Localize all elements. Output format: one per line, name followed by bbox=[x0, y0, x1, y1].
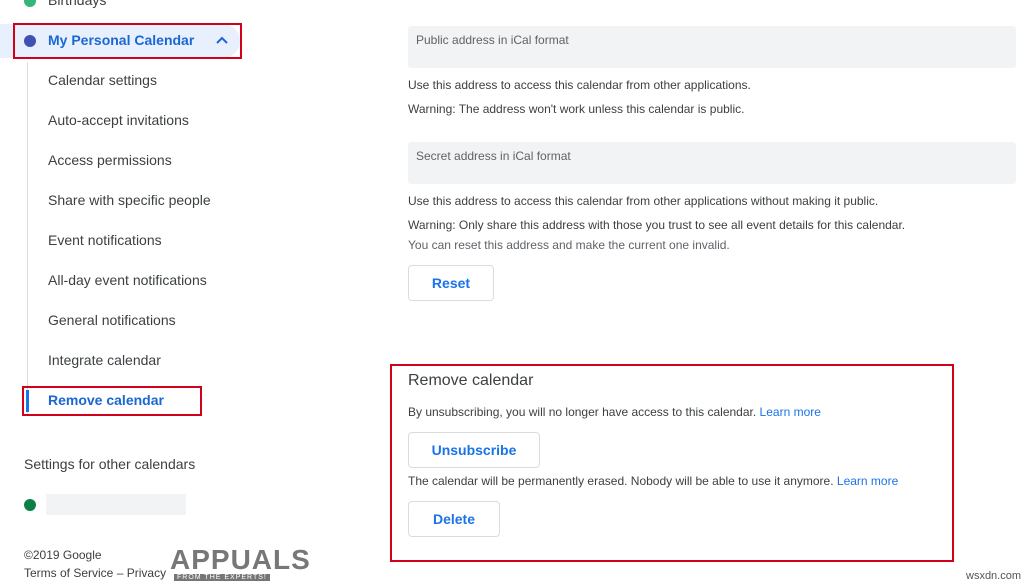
learn-more-link[interactable]: Learn more bbox=[760, 405, 821, 419]
sidebar-item-auto-accept[interactable]: Auto-accept invitations bbox=[48, 112, 189, 128]
footer-links: Terms of Service – Privacy bbox=[24, 566, 166, 580]
sidebar-item-integrate-calendar[interactable]: Integrate calendar bbox=[48, 352, 161, 368]
nav-divider bbox=[27, 62, 28, 414]
delete-button[interactable]: Delete bbox=[408, 501, 500, 537]
calendar-item-birthdays[interactable]: Birthdays bbox=[48, 0, 106, 8]
secret-address-label: Secret address in iCal format bbox=[416, 149, 571, 163]
appuals-tagline: FROM THE EXPERTS! bbox=[174, 574, 270, 581]
public-address-field[interactable]: Public address in iCal format bbox=[408, 26, 1016, 68]
secret-note-3: You can reset this address and make the … bbox=[408, 238, 730, 252]
sidebar-item-event-notifications[interactable]: Event notifications bbox=[48, 232, 162, 248]
sidebar-item-general-notifications[interactable]: General notifications bbox=[48, 312, 176, 328]
calendar-item-redacted[interactable] bbox=[46, 494, 186, 515]
secret-note-1: Use this address to access this calendar… bbox=[408, 194, 879, 208]
unsubscribe-button[interactable]: Unsubscribe bbox=[408, 432, 540, 468]
secret-address-field[interactable]: Secret address in iCal format bbox=[408, 142, 1016, 184]
appuals-logo-text: APPUALS bbox=[170, 544, 311, 575]
public-note-1: Use this address to access this calendar… bbox=[408, 78, 751, 92]
sidebar-item-share[interactable]: Share with specific people bbox=[48, 192, 211, 208]
calendar-color-dot bbox=[24, 0, 36, 7]
unsubscribe-text: By unsubscribing, you will no longer hav… bbox=[408, 405, 757, 419]
delete-text: The calendar will be permanently erased.… bbox=[408, 474, 834, 488]
copyright: ©2019 Google bbox=[24, 548, 102, 562]
highlight-box-remove-item bbox=[22, 386, 202, 416]
public-address-label: Public address in iCal format bbox=[416, 33, 569, 47]
remove-calendar-title: Remove calendar bbox=[408, 372, 534, 389]
terms-link[interactable]: Terms of Service bbox=[24, 566, 113, 580]
sidebar-item-calendar-settings[interactable]: Calendar settings bbox=[48, 72, 157, 88]
public-note-2: Warning: The address won't work unless t… bbox=[408, 102, 745, 116]
secret-note-2: Warning: Only share this address with th… bbox=[408, 218, 906, 232]
appuals-watermark: APPUALS FROM THE EXPERTS! bbox=[170, 540, 310, 584]
footer-separator: – bbox=[116, 566, 124, 580]
unsubscribe-description: By unsubscribing, you will no longer hav… bbox=[408, 405, 821, 419]
site-watermark: wsxdn.com bbox=[966, 570, 1022, 582]
section-title-other-calendars: Settings for other calendars bbox=[24, 456, 196, 472]
learn-more-link[interactable]: Learn more bbox=[837, 474, 898, 488]
sidebar-item-access-permissions[interactable]: Access permissions bbox=[48, 152, 172, 168]
calendar-color-dot bbox=[24, 499, 36, 511]
reset-button[interactable]: Reset bbox=[408, 265, 494, 301]
highlight-box-calendar bbox=[13, 23, 242, 59]
delete-description: The calendar will be permanently erased.… bbox=[408, 474, 898, 488]
privacy-link[interactable]: Privacy bbox=[127, 566, 166, 580]
sidebar-item-all-day-notifications[interactable]: All-day event notifications bbox=[48, 272, 207, 288]
